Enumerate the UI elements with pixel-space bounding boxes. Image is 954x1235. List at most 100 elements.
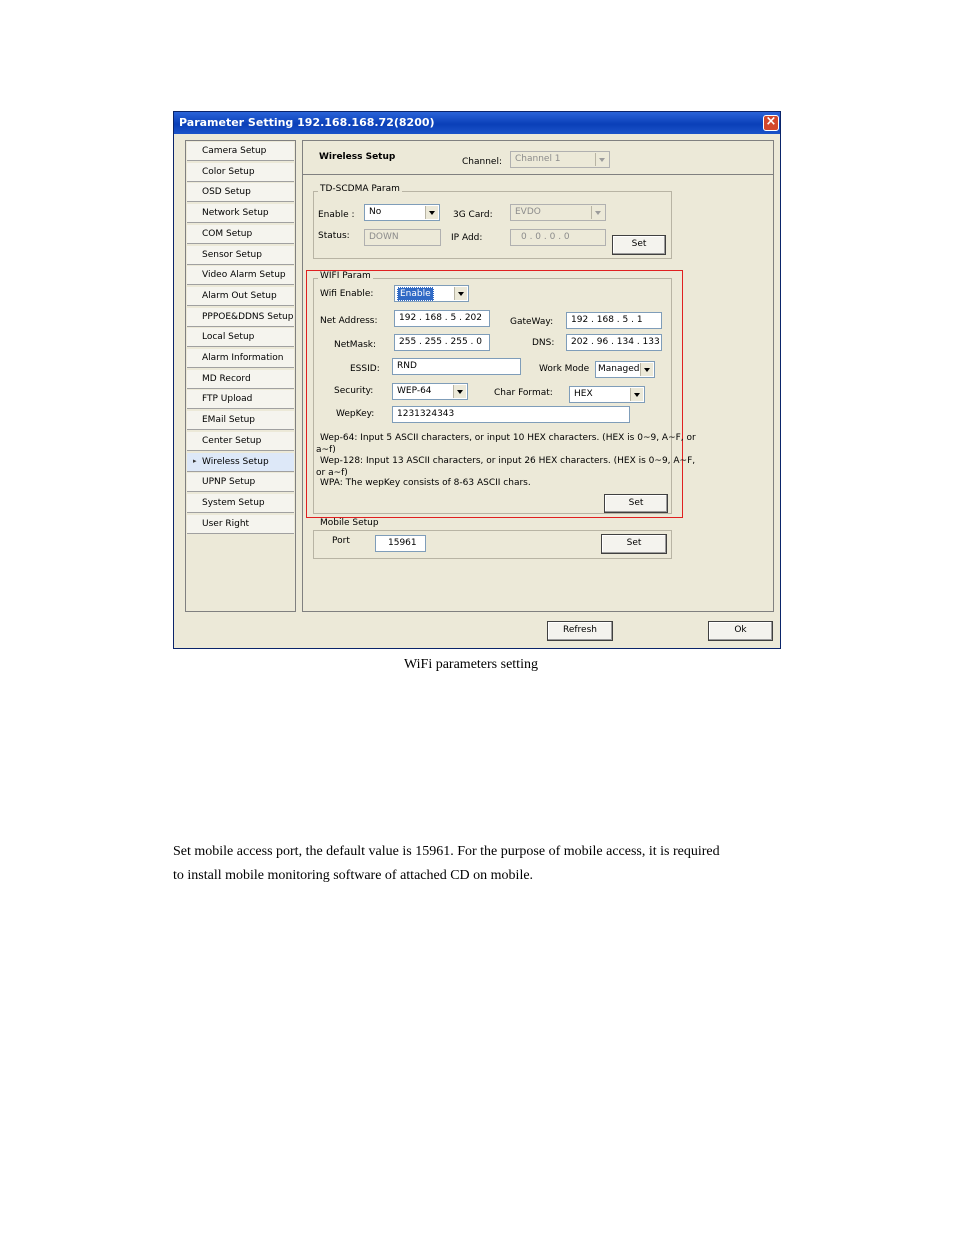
work-mode-select[interactable]: Managed (595, 361, 655, 378)
td-enable-label: Enable : (318, 210, 355, 220)
sidebar-item-label: EMail Setup (202, 415, 256, 426)
sidebar-item[interactable]: FTP Upload (187, 390, 294, 410)
netmask-value: 255 . 255 . 255 . 0 (399, 337, 483, 347)
sidebar-item[interactable]: Sensor Setup (187, 245, 294, 265)
sidebar-item-label: Video Alarm Setup (202, 270, 286, 281)
td-status-label: Status: (318, 231, 350, 241)
chevron-down-icon (591, 206, 604, 219)
help-text-line: or a~f) (316, 468, 348, 478)
sidebar-item[interactable]: Alarm Information (187, 349, 294, 368)
port-label: Port (332, 536, 350, 546)
ip-add-field[interactable]: 0 . 0 . 0 . 0 (510, 229, 606, 246)
close-button[interactable]: × (763, 114, 779, 131)
sidebar-item-label: UPNP Setup (202, 477, 256, 488)
security-label: Security: (334, 386, 374, 396)
sidebar-item[interactable]: System Setup (187, 493, 294, 513)
header-divider (303, 174, 773, 175)
body-paragraph-line: Set mobile access port, the default valu… (173, 844, 720, 859)
refresh-button[interactable]: Refresh (547, 621, 613, 641)
wifi-set-button[interactable]: Set (604, 494, 668, 513)
chevron-down-icon (595, 153, 608, 166)
sidebar-item-label: User Right (202, 518, 250, 529)
sidebar-item[interactable]: MD Record (187, 369, 294, 389)
security-select[interactable]: WEP-64 (392, 383, 468, 400)
help-text-line: Wep-128: Input 13 ASCII characters, or i… (320, 456, 696, 466)
sidebar-item[interactable]: UPNP Setup (187, 473, 294, 493)
3g-card-select[interactable]: EVDO (510, 204, 606, 221)
figure-caption: WiFi parameters setting (404, 657, 538, 672)
dns-label: DNS: (532, 338, 555, 348)
work-mode-value: Managed (598, 364, 640, 374)
mobile-set-button[interactable]: Set (601, 534, 667, 554)
chevron-down-icon (425, 206, 438, 219)
sidebar-item[interactable]: COM Setup (187, 224, 294, 244)
gateway-field[interactable]: 192 . 168 . 5 . 1 (566, 312, 662, 329)
dns-field[interactable]: 202 . 96 . 134 . 133 (566, 334, 662, 351)
sidebar-item[interactable]: Center Setup (187, 431, 294, 451)
mobile-setup-legend: Mobile Setup (318, 518, 381, 528)
chevron-down-icon (630, 388, 643, 401)
port-field[interactable]: 15961 (375, 535, 426, 552)
td-enable-select[interactable]: No (364, 204, 440, 221)
wifi-enable-select[interactable]: Enable (394, 285, 469, 302)
refresh-label: Refresh (563, 625, 597, 635)
gateway-value: 192 . 168 . 5 . 1 (571, 315, 643, 325)
char-format-select[interactable]: HEX (569, 386, 645, 403)
section-title: Wireless Setup (319, 152, 396, 162)
sidebar-item[interactable]: Alarm Out Setup (187, 286, 294, 306)
essid-field[interactable]: RND (392, 358, 521, 375)
sidebar-item-label: System Setup (202, 497, 265, 508)
wepkey-field[interactable]: 1231324343 (392, 406, 630, 423)
net-address-value: 192 . 168 . 5 . 202 (399, 313, 483, 323)
selected-arrow-icon: ▸ (193, 456, 197, 465)
ip-add-value: 0 . 0 . 0 . 0 (521, 232, 570, 242)
sidebar-item-label: Camera Setup (202, 146, 267, 156)
window-title: Parameter Setting 192.168.168.72(8200) (179, 116, 435, 129)
sidebar-item-label: PPPOE&DDNS Setup (202, 311, 294, 322)
td-set-button[interactable]: Set (612, 235, 666, 255)
sidebar-item[interactable]: Local Setup (187, 328, 294, 348)
essid-label: ESSID: (350, 364, 380, 374)
3g-card-value: EVDO (515, 207, 541, 217)
sidebar-item-label: Color Setup (202, 166, 255, 177)
wepkey-label: WepKey: (336, 409, 375, 419)
gateway-label: GateWay: (510, 317, 554, 327)
sidebar-item-label: FTP Upload (202, 394, 253, 405)
sidebar-item-label: OSD Setup (202, 187, 251, 198)
essid-value: RND (397, 361, 417, 371)
netmask-field[interactable]: 255 . 255 . 255 . 0 (394, 334, 490, 351)
td-scdma-legend: TD-SCDMA Param (318, 184, 402, 194)
title-bar[interactable]: Parameter Setting 192.168.168.72(8200) × (174, 112, 780, 134)
ok-button[interactable]: Ok (708, 621, 773, 641)
net-address-field[interactable]: 192 . 168 . 5 . 202 (394, 310, 490, 327)
help-text-line: a~f) (316, 445, 336, 455)
channel-select[interactable]: Channel 1 (510, 151, 610, 168)
td-enable-value: No (369, 207, 382, 217)
mobile-set-label: Set (626, 538, 642, 548)
sidebar-item-label: Network Setup (202, 208, 269, 219)
sidebar-item[interactable]: Network Setup (187, 204, 294, 224)
sidebar-item[interactable]: OSD Setup (187, 183, 294, 203)
sidebar-item[interactable]: Video Alarm Setup (187, 266, 294, 286)
sidebar-item[interactable]: Camera Setup (187, 142, 294, 161)
sidebar-item-label: Alarm Out Setup (202, 290, 277, 301)
work-mode-label: Work Mode (539, 364, 590, 374)
sidebar-item[interactable]: User Right (187, 514, 294, 534)
dns-value: 202 . 96 . 134 . 133 (571, 337, 660, 347)
sidebar-item[interactable]: PPPOE&DDNS Setup (187, 307, 294, 327)
wifi-set-label: Set (628, 498, 644, 508)
sidebar-item-label: MD Record (202, 373, 251, 384)
help-text-line: Wep-64: Input 5 ASCII characters, or inp… (320, 433, 696, 443)
netmask-label: NetMask: (334, 340, 377, 350)
wifi-enable-value: Enable (397, 287, 434, 301)
sidebar-item[interactable]: EMail Setup (187, 411, 294, 431)
chevron-down-icon (453, 385, 466, 398)
parameter-setting-window: Parameter Setting 192.168.168.72(8200) ×… (173, 111, 781, 649)
sidebar-item-label: Center Setup (202, 435, 262, 446)
sidebar-item[interactable]: ▸ Wireless Setup (187, 452, 294, 472)
sidebar-item[interactable]: Color Setup (187, 162, 294, 182)
3g-card-label: 3G Card: (453, 210, 493, 220)
help-text-line: WPA: The wepKey consists of 8-63 ASCII c… (320, 478, 531, 488)
char-format-value: HEX (574, 389, 593, 399)
ip-add-label: IP Add: (451, 233, 483, 243)
